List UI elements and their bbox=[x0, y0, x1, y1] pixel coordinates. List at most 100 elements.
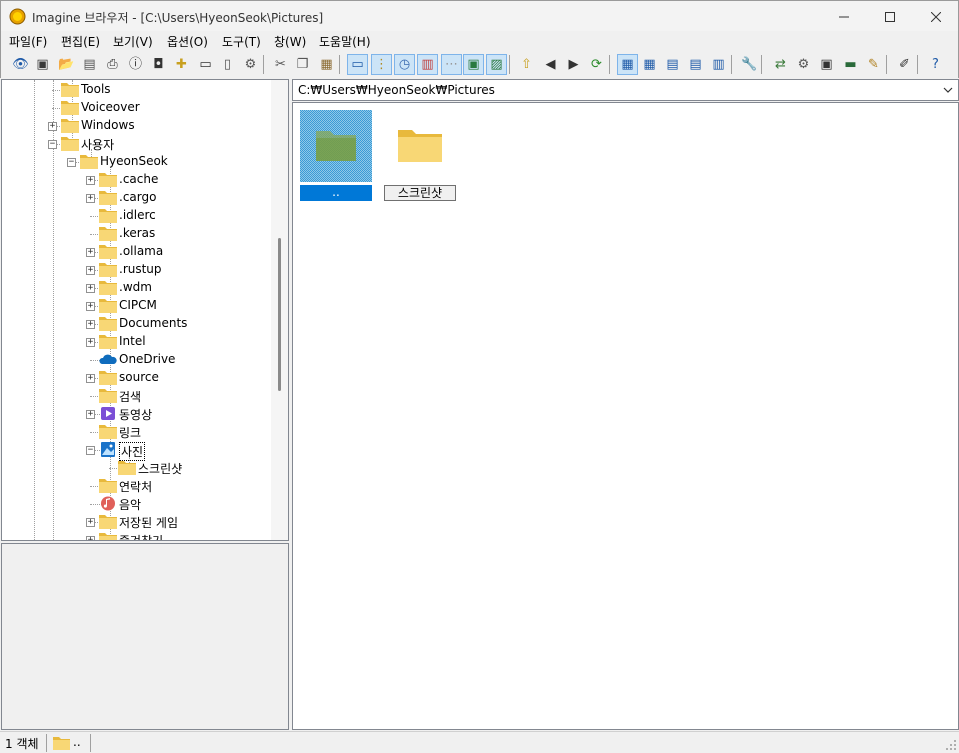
tree-item[interactable]: 연락처 bbox=[2, 477, 272, 495]
tree-item[interactable]: .idlerc bbox=[2, 207, 272, 225]
maximize-button[interactable] bbox=[867, 1, 913, 32]
list-button[interactable]: ▤ bbox=[662, 54, 683, 75]
expand-icon[interactable]: + bbox=[48, 122, 57, 131]
folder-tree[interactable]: Tools Voiceover + Windows − 사용자 − HyeonSeok + .ca… bbox=[1, 79, 289, 541]
details-button[interactable]: ▤ bbox=[685, 54, 706, 75]
expand-icon[interactable]: + bbox=[86, 374, 95, 383]
up-folder-button[interactable]: ⇧ bbox=[516, 54, 537, 75]
close-button[interactable] bbox=[913, 1, 959, 32]
tree-item[interactable]: + .rustup bbox=[2, 261, 272, 279]
save-button[interactable]: ▤ bbox=[79, 54, 100, 75]
expand-icon[interactable]: + bbox=[86, 410, 95, 419]
chevron-down-icon[interactable] bbox=[942, 84, 954, 96]
expand-icon[interactable]: + bbox=[86, 248, 95, 257]
tree-item[interactable]: 링크 bbox=[2, 423, 272, 441]
expand-icon[interactable]: + bbox=[86, 176, 95, 185]
videos-icon bbox=[99, 406, 117, 421]
view-button[interactable]: 👁 bbox=[10, 54, 31, 75]
menu-tools[interactable]: 도구(T) bbox=[222, 33, 261, 50]
tree-item[interactable]: 스크린샷 bbox=[2, 459, 272, 477]
preview-pane-button[interactable]: ▭ bbox=[347, 54, 368, 75]
cut-button[interactable]: ✂ bbox=[270, 54, 291, 75]
grid-button[interactable]: ⋯ bbox=[441, 54, 462, 75]
menu-help[interactable]: 도움말(H) bbox=[319, 33, 371, 50]
open-button[interactable]: 📂 bbox=[56, 54, 77, 75]
larges-icon-button[interactable]: ▦ bbox=[617, 54, 638, 75]
collapse-icon[interactable]: − bbox=[67, 158, 76, 167]
file-list[interactable]: .. 스크린샷 bbox=[292, 102, 959, 730]
help-button[interactable]: ? bbox=[925, 54, 946, 75]
back-button[interactable]: ◀ bbox=[540, 54, 561, 75]
tree-item[interactable]: Tools bbox=[2, 81, 272, 99]
columns-button[interactable]: ▥ bbox=[708, 54, 729, 75]
minimize-button[interactable] bbox=[821, 1, 867, 32]
menu-edit[interactable]: 편집(E) bbox=[61, 33, 100, 50]
paste-button[interactable]: ▦ bbox=[316, 54, 337, 75]
expand-icon[interactable]: + bbox=[86, 302, 95, 311]
edit-button[interactable]: ✎ bbox=[863, 54, 884, 75]
expand-icon[interactable]: + bbox=[86, 518, 95, 527]
slideshow-button[interactable]: ▣ bbox=[32, 54, 53, 75]
folder-icon bbox=[99, 298, 117, 313]
tree-item[interactable]: 음악 bbox=[2, 495, 272, 513]
tree-item[interactable]: − HyeonSeok bbox=[2, 153, 272, 171]
tree-item[interactable]: + 즐겨찾기 bbox=[2, 531, 272, 540]
collapse-icon[interactable]: − bbox=[48, 140, 57, 149]
tree-item[interactable]: + .cargo bbox=[2, 189, 272, 207]
fit-button[interactable]: ▣ bbox=[463, 54, 484, 75]
convert-button[interactable]: ⇄ bbox=[770, 54, 791, 75]
expand-icon[interactable]: + bbox=[86, 284, 95, 293]
history-button[interactable]: ◷ bbox=[394, 54, 415, 75]
tree-item[interactable]: + source bbox=[2, 369, 272, 387]
capture-button[interactable]: ▣ bbox=[816, 54, 837, 75]
collapse-icon[interactable]: − bbox=[86, 446, 95, 455]
thumbnail-button[interactable]: ▥ bbox=[417, 54, 438, 75]
pencil-button[interactable]: ✐ bbox=[894, 54, 915, 75]
expand-icon[interactable]: + bbox=[86, 266, 95, 275]
menu-options[interactable]: 옵션(O) bbox=[167, 33, 208, 50]
info-button[interactable]: ⓘ bbox=[125, 54, 146, 75]
image-button[interactable]: ▨ bbox=[486, 54, 507, 75]
copy-button[interactable]: ❐ bbox=[292, 54, 313, 75]
menu-window[interactable]: 창(W) bbox=[274, 33, 306, 50]
expand-icon[interactable]: + bbox=[86, 536, 95, 540]
rename-button[interactable]: ▭ bbox=[195, 54, 216, 75]
tree-item[interactable]: + CIPCM bbox=[2, 297, 272, 315]
tree-item[interactable]: 검색 bbox=[2, 387, 272, 405]
address-bar[interactable]: C:₩Users₩HyeonSeok₩Pictures bbox=[292, 79, 959, 101]
tree-item[interactable]: + .cache bbox=[2, 171, 272, 189]
tree-item[interactable]: .keras bbox=[2, 225, 272, 243]
menu-view[interactable]: 보기(V) bbox=[113, 33, 153, 50]
tree-item[interactable]: Voiceover bbox=[2, 99, 272, 117]
tree-item[interactable]: + 저장된 게임 bbox=[2, 513, 272, 531]
menu-file[interactable]: 파일(F) bbox=[9, 33, 47, 50]
tree-item[interactable]: + 동영상 bbox=[2, 405, 272, 423]
tree-item[interactable]: − 사진 bbox=[2, 441, 272, 461]
tree-scrollbar[interactable] bbox=[271, 80, 288, 540]
tree-item[interactable]: − 사용자 bbox=[2, 135, 272, 153]
delete-button[interactable]: ▯ bbox=[217, 54, 238, 75]
tree-item[interactable]: + .ollama bbox=[2, 243, 272, 261]
folder-icon bbox=[99, 316, 117, 331]
refresh-button[interactable]: ⟳ bbox=[586, 54, 607, 75]
properties-button[interactable]: ⚙ bbox=[240, 54, 261, 75]
tree-item[interactable]: + .wdm bbox=[2, 279, 272, 297]
resize-grip-icon[interactable] bbox=[945, 739, 957, 751]
print-button[interactable]: ⎙ bbox=[102, 54, 123, 75]
expand-icon[interactable]: + bbox=[86, 338, 95, 347]
tree-item[interactable]: OneDrive bbox=[2, 351, 272, 369]
filmstrip-button[interactable]: ▬ bbox=[840, 54, 861, 75]
tree-scrollbar-thumb[interactable] bbox=[278, 238, 281, 391]
tree-item[interactable]: + Intel bbox=[2, 333, 272, 351]
smalls-icon-button[interactable]: ▦ bbox=[639, 54, 660, 75]
expand-icon[interactable]: + bbox=[86, 320, 95, 329]
camera-button[interactable]: ◘ bbox=[148, 54, 169, 75]
batch-button[interactable]: ⚙ bbox=[793, 54, 814, 75]
forward-button[interactable]: ▶ bbox=[563, 54, 584, 75]
folder-tree-button[interactable]: ⋮ bbox=[371, 54, 392, 75]
tree-item[interactable]: + Windows bbox=[2, 117, 272, 135]
new-folder-button[interactable]: ✚ bbox=[171, 54, 192, 75]
tools-button[interactable]: 🔧 bbox=[739, 54, 760, 75]
tree-item[interactable]: + Documents bbox=[2, 315, 272, 333]
expand-icon[interactable]: + bbox=[86, 194, 95, 203]
